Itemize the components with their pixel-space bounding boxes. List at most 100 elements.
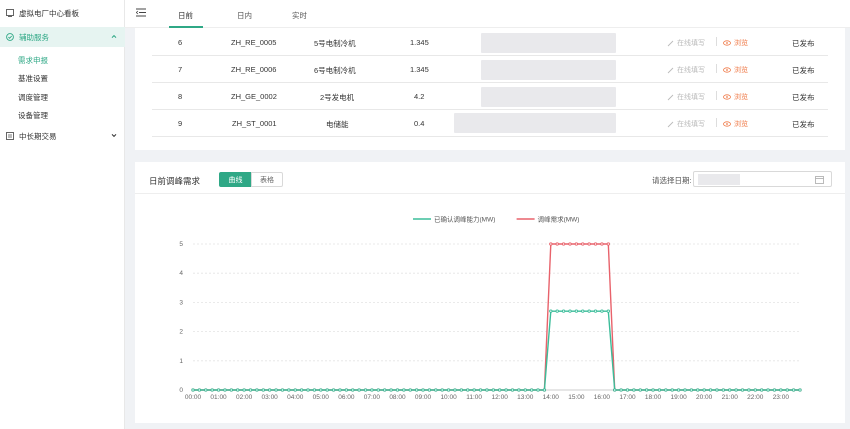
y-tick-label: 2 xyxy=(179,329,183,336)
data-point xyxy=(446,388,451,392)
data-point xyxy=(383,388,387,392)
data-point xyxy=(632,388,636,392)
tab-day-ahead[interactable]: 日前 xyxy=(178,10,193,21)
device-name: 2号发电机 xyxy=(320,93,355,102)
data-point xyxy=(357,388,361,392)
data-point xyxy=(280,388,285,392)
view-link[interactable]: 浏览 xyxy=(723,92,748,102)
x-tick-label: 21:00 xyxy=(722,394,739,401)
data-point xyxy=(306,388,310,392)
data-point xyxy=(708,388,713,392)
data-point xyxy=(568,309,572,313)
online-fill-link[interactable]: 在线填写 xyxy=(667,65,705,75)
data-point xyxy=(651,388,655,392)
x-tick-label: 15:00 xyxy=(568,394,585,401)
sidebar-item-label: 辅助服务 xyxy=(19,32,49,42)
dashboard-icon xyxy=(5,9,14,18)
data-point xyxy=(696,388,700,392)
sidebar-subitem-device-management[interactable]: 设备管理 xyxy=(18,110,48,121)
action-divider xyxy=(716,64,717,73)
x-tick-label: 03:00 xyxy=(262,394,279,401)
data-point xyxy=(351,388,355,392)
row-index: 6 xyxy=(178,38,183,47)
data-point xyxy=(478,388,483,392)
shield-check-icon xyxy=(5,33,14,42)
data-point xyxy=(421,388,425,392)
curve-placeholder xyxy=(481,87,616,107)
data-point xyxy=(606,309,610,313)
data-point xyxy=(715,388,719,392)
data-point xyxy=(229,388,233,392)
data-point xyxy=(613,388,617,392)
x-tick-label: 11:00 xyxy=(466,394,482,401)
legend-label: 调峰需求(MW) xyxy=(538,215,580,224)
online-fill-link[interactable]: 在线填写 xyxy=(667,38,705,48)
row-index: 7 xyxy=(178,65,183,74)
edit-icon xyxy=(667,121,674,127)
table-row: 6 ZH_RE_0005 5号电制冷机 1.345 在线填写 浏览 已发布 xyxy=(152,29,828,56)
tab-realtime[interactable]: 实时 xyxy=(292,10,307,21)
data-point xyxy=(606,242,610,246)
data-point xyxy=(491,388,495,392)
view-link[interactable]: 浏览 xyxy=(723,38,748,48)
data-point xyxy=(376,388,380,392)
data-point xyxy=(561,242,566,246)
data-point xyxy=(581,242,585,246)
data-point xyxy=(216,388,221,392)
x-tick-label: 12:00 xyxy=(492,394,509,401)
device-code: ZH_RE_0006 xyxy=(231,65,277,74)
data-point xyxy=(261,388,265,392)
x-tick-label: 07:00 xyxy=(364,394,381,401)
data-point xyxy=(363,388,368,392)
status-badge: 已发布 xyxy=(792,39,815,48)
data-point xyxy=(581,309,585,313)
exchange-icon xyxy=(5,132,14,141)
data-point xyxy=(242,388,246,392)
data-point xyxy=(293,388,297,392)
data-point xyxy=(485,388,489,392)
x-tick-label: 04:00 xyxy=(287,394,304,401)
peak-shaving-demand-panel: 日前调峰需求 曲线 表格 请选择日期: 0 1 2 3 4 5 00:00 01:00 02:0… xyxy=(135,162,845,423)
sidebar-subitem-baseline-settings[interactable]: 基准设置 xyxy=(18,73,48,84)
curve-placeholder xyxy=(481,60,616,80)
sidebar-subitem-demand-declaration[interactable]: 需求申报 xyxy=(18,55,48,66)
data-point xyxy=(536,388,540,392)
data-point xyxy=(498,388,502,392)
online-fill-link[interactable]: 在线填写 xyxy=(667,92,705,102)
series-line xyxy=(193,243,800,391)
data-point xyxy=(574,309,579,313)
online-fill-link[interactable]: 在线填写 xyxy=(667,119,705,129)
data-point xyxy=(542,388,547,392)
table-row: 8 ZH_GE_0002 2号发电机 4.2 在线填写 浏览 已发布 xyxy=(152,83,828,110)
data-point xyxy=(721,388,725,392)
action-divider xyxy=(716,91,717,100)
data-point xyxy=(517,388,521,392)
data-point xyxy=(191,388,195,392)
data-point xyxy=(197,388,202,392)
demand-line-chart: 0 1 2 3 4 5 00:00 01:00 02:00 03:00 04:00 05:00 06:0… xyxy=(179,215,802,401)
data-point xyxy=(676,388,681,392)
menu-collapse-icon[interactable] xyxy=(135,8,146,18)
data-point xyxy=(236,388,240,392)
sidebar-item-mid-long-term-trading[interactable]: 中长期交易 xyxy=(0,126,125,146)
device-value: 0.4 xyxy=(414,119,425,128)
tab-intraday[interactable]: 日内 xyxy=(237,10,252,21)
sidebar-subitem-dispatch-management[interactable]: 调度管理 xyxy=(18,92,48,103)
data-point xyxy=(798,388,802,392)
x-tick-label: 09:00 xyxy=(415,394,432,401)
y-tick-label: 0 xyxy=(179,387,183,394)
view-link[interactable]: 浏览 xyxy=(723,119,748,129)
action-divider xyxy=(716,118,717,127)
view-link[interactable]: 浏览 xyxy=(723,65,748,75)
sidebar-item-ancillary-services[interactable]: 辅助服务 xyxy=(0,27,125,47)
x-tick-label: 14:00 xyxy=(543,394,560,401)
sidebar-item-dashboard[interactable]: 虚拟电厂中心看板 xyxy=(0,3,125,23)
data-point xyxy=(223,388,227,392)
x-tick-label: 17:00 xyxy=(619,394,636,401)
table-row: 9 ZH_ST_0001 电储能 0.4 在线填写 浏览 已发布 xyxy=(152,110,828,137)
data-point xyxy=(427,388,432,392)
data-point xyxy=(504,388,508,392)
data-point xyxy=(657,388,662,392)
data-point xyxy=(740,388,745,392)
data-point xyxy=(408,388,412,392)
